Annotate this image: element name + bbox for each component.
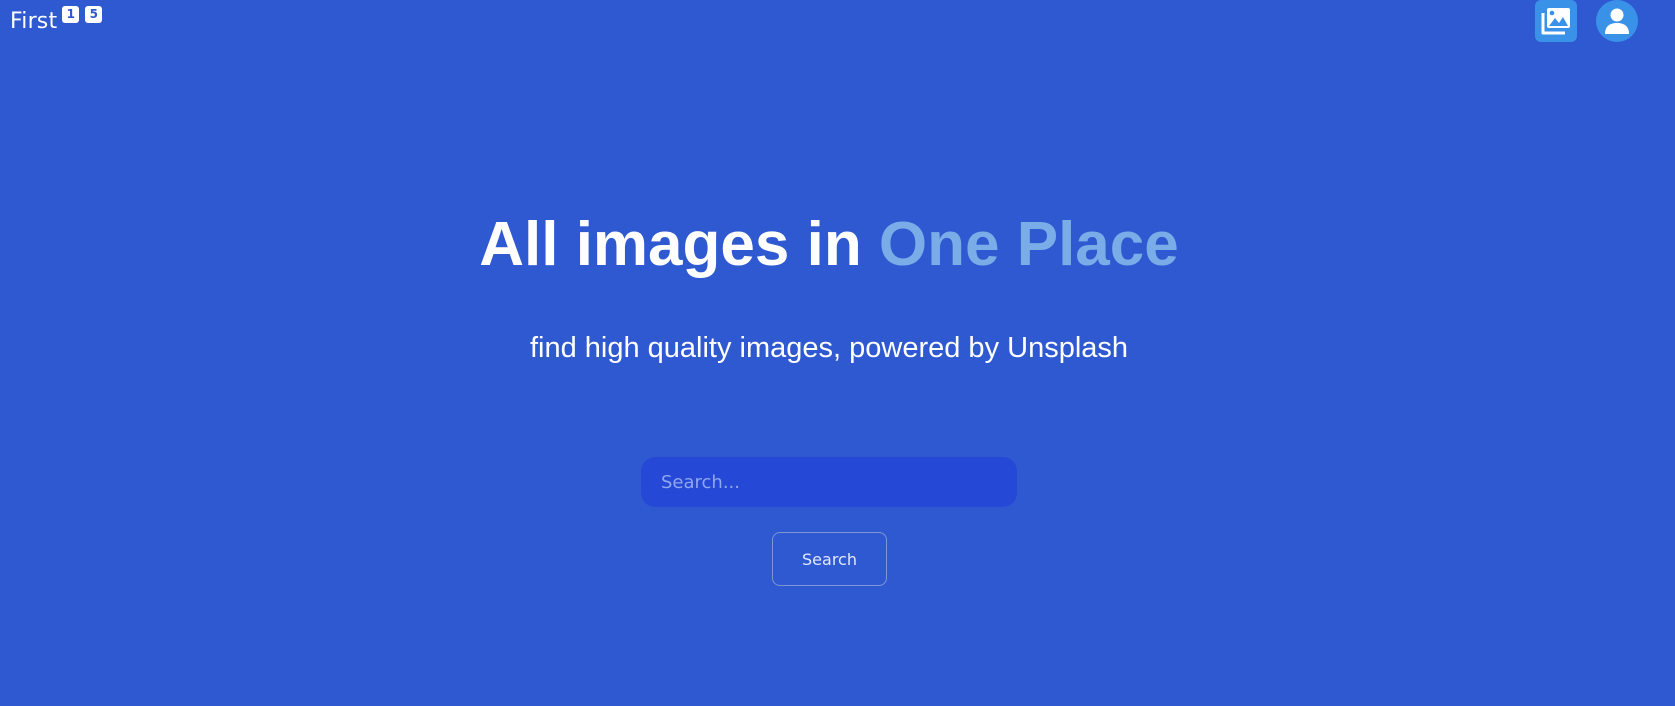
logo-badge-2: 5 <box>85 6 103 23</box>
image-gallery-icon <box>1541 8 1570 35</box>
search-button[interactable]: Search <box>772 532 887 586</box>
search-input[interactable] <box>641 457 1017 507</box>
logo-badge-1: 1 <box>62 6 80 23</box>
logo[interactable]: First 1 5 <box>10 4 103 38</box>
hero-title-accent: One Place <box>878 210 1179 279</box>
logo-text: First <box>10 9 58 34</box>
page: First 1 5 All images in One Place find h… <box>0 0 1675 706</box>
hero-subtitle: find high quality images, powered by Uns… <box>529 332 1129 364</box>
hero-title: All images in One Place <box>0 205 1658 285</box>
user-avatar-icon <box>1605 8 1629 34</box>
gallery-button[interactable] <box>1535 0 1577 42</box>
user-avatar-button[interactable] <box>1596 0 1638 42</box>
hero-title-main: All images in <box>479 210 879 279</box>
